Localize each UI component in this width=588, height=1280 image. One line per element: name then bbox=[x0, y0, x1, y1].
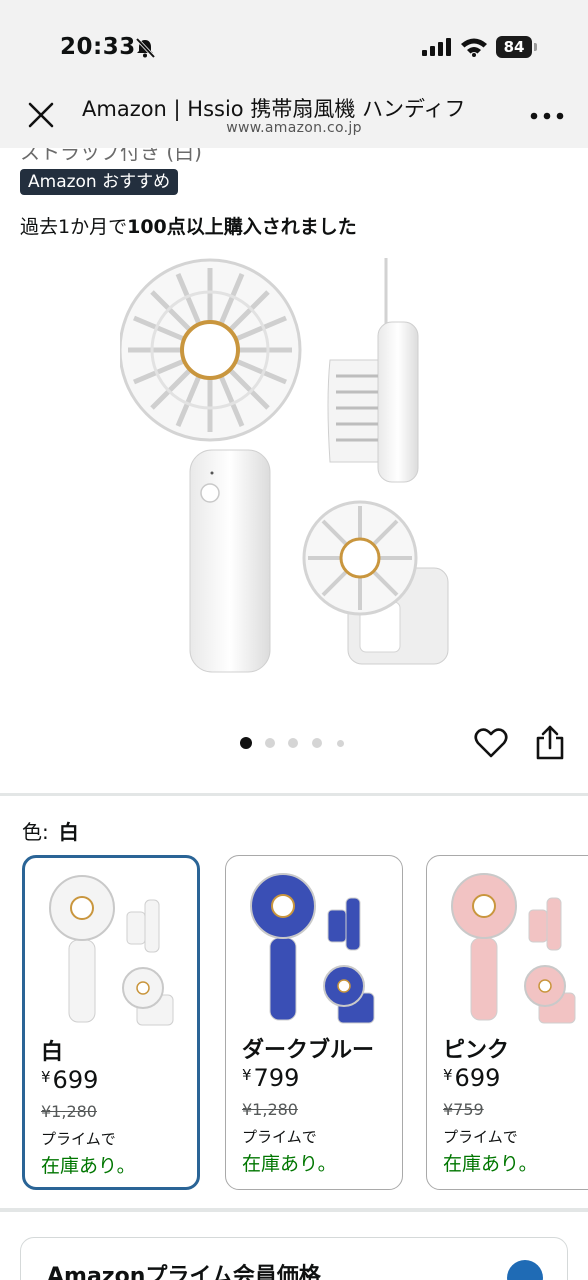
status-time: 20:33 bbox=[60, 34, 136, 60]
browser-header: 20:33 84 Amazon | Hssio 携帯扇風機 ハンディフ www.… bbox=[0, 0, 588, 148]
color-option-stock-status: 在庫あり。 bbox=[41, 1155, 136, 1177]
section-divider bbox=[0, 793, 588, 796]
color-option-prime-label: プライムで bbox=[242, 1128, 317, 1146]
more-options-icon[interactable] bbox=[530, 112, 564, 120]
color-option-prime-label: プライムで bbox=[41, 1130, 116, 1148]
page-title: Amazon | Hssio 携帯扇風機 ハンディフ bbox=[82, 97, 466, 121]
wifi-icon bbox=[461, 38, 487, 57]
color-label: 色: 白 bbox=[22, 820, 79, 844]
color-option-thumbnail bbox=[49, 875, 174, 1026]
share-icon[interactable] bbox=[534, 724, 566, 762]
product-image[interactable] bbox=[120, 250, 470, 690]
color-option-prime-label: プライムで bbox=[443, 1128, 518, 1146]
pagination-dot[interactable] bbox=[240, 737, 252, 749]
color-option[interactable]: ダークブルー ¥799 ¥1,280 プライムで在庫あり。 bbox=[225, 855, 403, 1190]
selected-color-value: 白 bbox=[58, 820, 79, 844]
pagination-dot[interactable] bbox=[337, 740, 344, 747]
color-option-stock-status: 在庫あり。 bbox=[242, 1153, 337, 1175]
pagination-dot[interactable] bbox=[288, 738, 298, 748]
prime-price-card[interactable]: Amazonプライム会員価格 bbox=[20, 1237, 568, 1280]
silent-bell-icon bbox=[135, 38, 156, 58]
prime-card-title: Amazonプライム会員価格 bbox=[47, 1264, 321, 1280]
purchase-count: 過去1か月で100点以上購入されました bbox=[20, 216, 357, 238]
info-icon[interactable] bbox=[507, 1260, 543, 1280]
color-option[interactable]: ピンク ¥699 ¥759 プライムで在庫あり。 bbox=[426, 855, 588, 1190]
color-option-list-price: ¥1,280 bbox=[242, 1100, 298, 1119]
pagination-dot[interactable] bbox=[265, 738, 275, 748]
color-option[interactable]: 白 ¥699 ¥1,280 プライムで在庫あり。 bbox=[22, 855, 200, 1190]
battery-level: 84 bbox=[496, 36, 532, 58]
color-option-price: ¥699 bbox=[41, 1066, 99, 1094]
page-url: www.amazon.co.jp bbox=[226, 120, 362, 136]
color-option-name: ピンク bbox=[443, 1038, 510, 1063]
amazon-choice-badge: Amazon おすすめ bbox=[20, 169, 179, 195]
color-option-list-price: ¥1,280 bbox=[41, 1102, 97, 1121]
section-divider bbox=[0, 1208, 588, 1212]
color-option-thumbnail bbox=[250, 873, 375, 1024]
color-option-price: ¥699 bbox=[443, 1064, 501, 1092]
battery-indicator: 84 bbox=[496, 36, 538, 58]
pagination-dot[interactable] bbox=[312, 738, 322, 748]
color-option-name: 白 bbox=[41, 1040, 64, 1065]
color-option-stock-status: 在庫あり。 bbox=[443, 1153, 538, 1175]
cellular-signal-icon bbox=[422, 38, 451, 56]
color-option-list-price: ¥759 bbox=[443, 1100, 484, 1119]
color-option-thumbnail bbox=[451, 873, 576, 1024]
color-option-name: ダークブルー bbox=[242, 1038, 375, 1063]
heart-icon[interactable] bbox=[474, 726, 508, 760]
color-option-price: ¥799 bbox=[242, 1064, 300, 1092]
status-bar: 20:33 84 bbox=[0, 0, 588, 90]
